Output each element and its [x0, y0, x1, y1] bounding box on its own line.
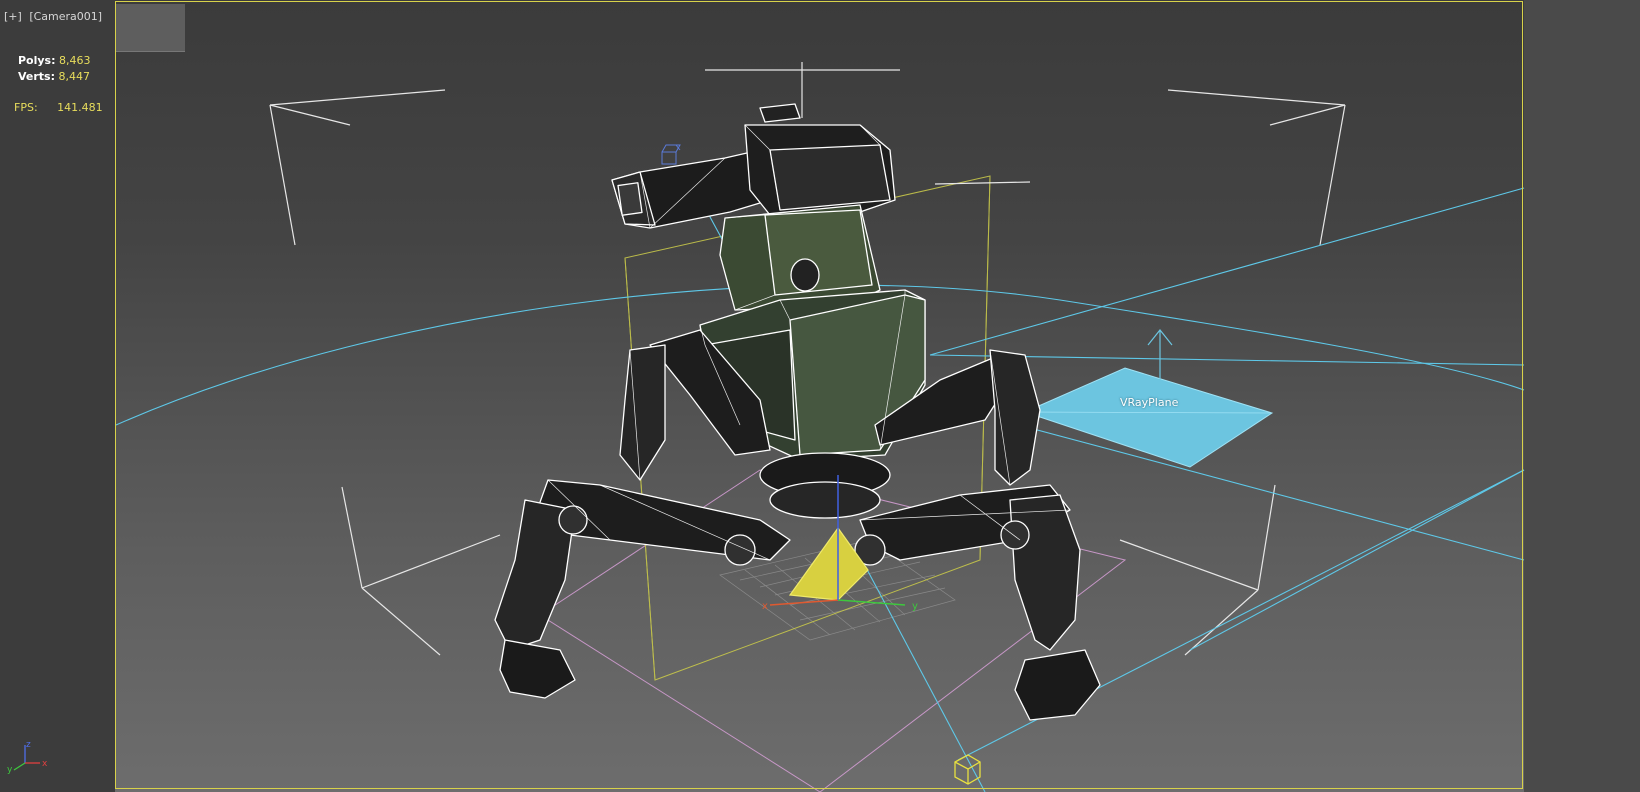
- viewport-label[interactable]: [+] [Camera001]: [4, 10, 106, 24]
- viewport-menu-button[interactable]: [+]: [4, 10, 22, 23]
- scene-canvas[interactable]: x y z x y: [0, 0, 1640, 792]
- gizmo-y-label: y: [912, 601, 918, 612]
- viewport-thumbnail: [116, 4, 185, 52]
- gizmo-x-label: x: [762, 601, 768, 612]
- verts-label: Verts:: [18, 70, 56, 83]
- axis-y-label: y: [7, 765, 13, 775]
- vray-plane-label: VRayPlane: [1120, 396, 1179, 409]
- fps-value: 141.481: [57, 101, 103, 114]
- viewport-camera-menu[interactable]: [Camera001]: [29, 10, 102, 23]
- stats-fps: FPS: 141.481: [14, 101, 103, 115]
- axis-z-label: z: [26, 740, 31, 750]
- stats-polys: Polys: 8,463: [18, 54, 91, 68]
- camera-viewport[interactable]: x y z x y [+] [Camera001] Polys: 8,463 V…: [0, 0, 1640, 792]
- polys-value: 8,463: [59, 54, 91, 67]
- axis-x-label: x: [42, 759, 48, 769]
- stats-verts: Verts: 8,447: [18, 70, 90, 84]
- fps-label: FPS:: [14, 101, 38, 114]
- light-target-icon[interactable]: [661, 144, 681, 165]
- verts-value: 8,447: [58, 70, 91, 83]
- polys-label: Polys:: [18, 54, 56, 67]
